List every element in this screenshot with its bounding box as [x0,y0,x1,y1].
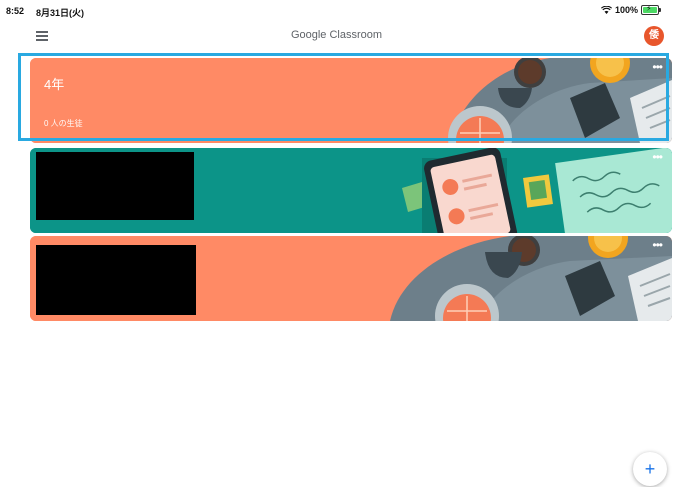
status-time: 8:52 [6,6,25,16]
status-right: 100% ⚡ [600,4,661,15]
avatar[interactable]: 倭 [644,26,664,46]
redacted-block [36,245,196,315]
more-options-icon[interactable]: ••• [652,238,663,252]
class-card[interactable]: ••• [30,236,672,321]
add-class-button[interactable]: + [633,452,667,486]
redacted-block [36,152,194,220]
wifi-icon [600,6,612,14]
status-bar: 8:52 8月31日(火) 100% ⚡ [0,0,673,22]
more-options-icon[interactable]: ••• [652,150,663,164]
app-title: Google Classroom [290,29,383,41]
selection-highlight [18,53,669,141]
status-date: 8月31日(火) [36,8,85,18]
battery-percent: 100% [614,5,638,15]
battery-icon: ⚡ [641,4,661,15]
charging-icon: ⚡ [646,4,652,13]
app-bar: Google Classroom 倭 [0,22,673,52]
class-card[interactable]: ••• [30,148,672,233]
